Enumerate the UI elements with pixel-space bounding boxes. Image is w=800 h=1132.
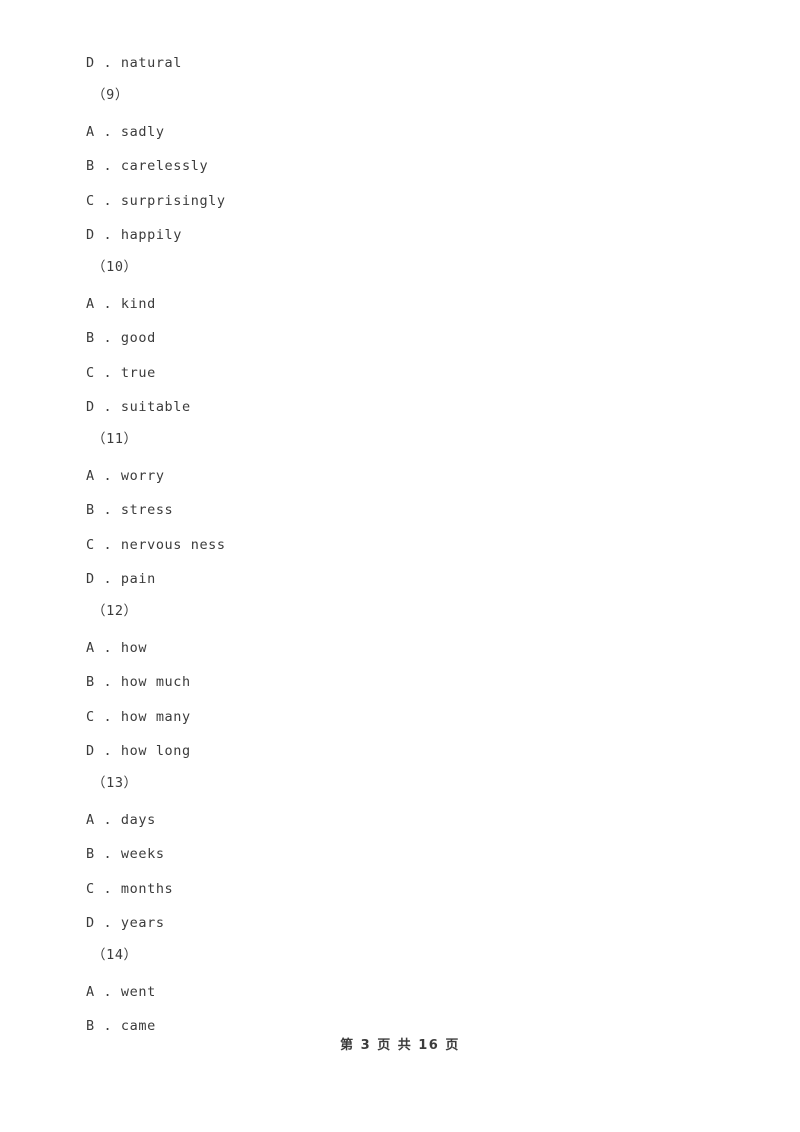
answer-option: D . natural bbox=[86, 55, 183, 71]
answer-option: A . kind bbox=[86, 296, 156, 312]
answer-option: B . good bbox=[86, 330, 156, 346]
answer-option: C . true bbox=[86, 365, 156, 381]
question-number: （13） bbox=[92, 775, 138, 791]
answer-option: D . suitable bbox=[86, 399, 191, 415]
question-number: （12） bbox=[92, 603, 138, 619]
answer-option: D . how long bbox=[86, 743, 191, 759]
answer-option: C . months bbox=[86, 881, 174, 897]
document-page: D . natural （9） A . sadly B . carelessly C .… bbox=[0, 0, 800, 1132]
answer-option: B . stress bbox=[86, 502, 174, 518]
question-number: （9） bbox=[92, 87, 129, 103]
answer-option: C . how many bbox=[86, 709, 191, 725]
answer-option: C . nervous ness bbox=[86, 537, 226, 553]
answer-option: C . surprisingly bbox=[86, 193, 226, 209]
answer-option: A . worry bbox=[86, 468, 165, 484]
answer-option: A . days bbox=[86, 812, 156, 828]
answer-option: B . how much bbox=[86, 674, 191, 690]
question-number: （10） bbox=[92, 259, 138, 275]
answer-option: D . years bbox=[86, 915, 165, 931]
answer-option: D . happily bbox=[86, 227, 183, 243]
answer-option: B . carelessly bbox=[86, 158, 209, 174]
answer-option: A . how bbox=[86, 640, 148, 656]
page-footer: 第 3 页 共 16 页 bbox=[340, 1038, 460, 1053]
answer-option: B . weeks bbox=[86, 846, 165, 862]
question-number: （14） bbox=[92, 947, 138, 963]
answer-option: A . sadly bbox=[86, 124, 165, 140]
question-number: （11） bbox=[92, 431, 138, 447]
answer-option: A . went bbox=[86, 984, 156, 1000]
answer-option: D . pain bbox=[86, 571, 156, 587]
